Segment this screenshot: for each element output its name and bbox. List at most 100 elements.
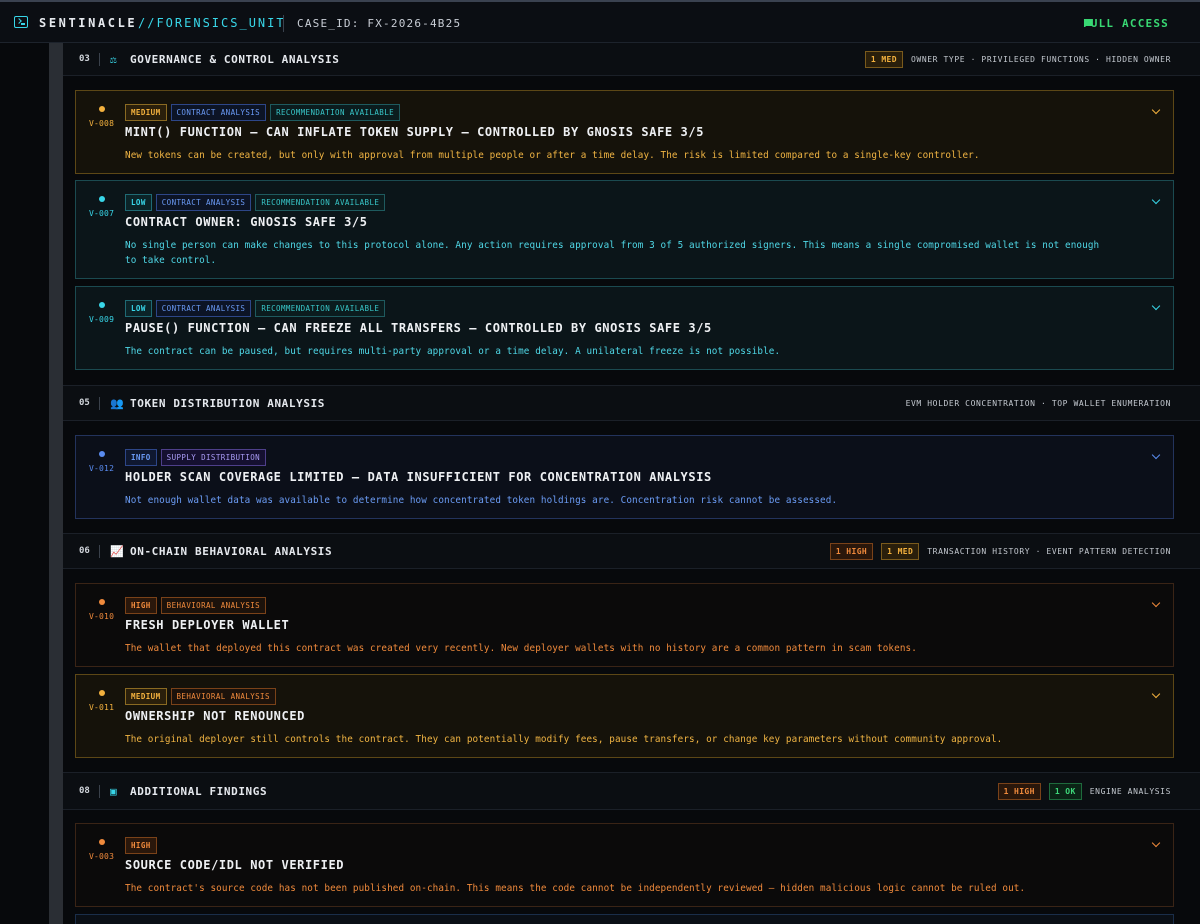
divider xyxy=(283,15,284,32)
section-summary: EVM HOLDER CONCENTRATION · TOP WALLET EN… xyxy=(906,399,1171,408)
divider xyxy=(99,784,100,798)
recommendation-tag[interactable]: RECOMMENDATION AVAILABLE xyxy=(255,194,386,211)
top-bar: SENTINACLE //FORENSICS_UNIT CASE_ID: FX-… xyxy=(0,0,1200,43)
finding-title: FRESH DEPLOYER WALLET xyxy=(125,618,290,632)
severity-tag: INFO xyxy=(125,449,157,466)
finding-card-next[interactable] xyxy=(75,914,1174,924)
section-meta: EVM HOLDER CONCENTRATION · TOP WALLET EN… xyxy=(905,398,1171,408)
section-summary: 1 MED OWNER TYPE · PRIVILEGED FUNCTIONS … xyxy=(864,50,1171,68)
finding-id: V-008 xyxy=(89,119,115,128)
section-header-governance[interactable]: 03 ⚖ GOVERNANCE & CONTROL ANALYSIS 1 MED… xyxy=(63,43,1200,76)
finding-title: PAUSE() FUNCTION — CAN FREEZE ALL TRANSF… xyxy=(125,321,712,335)
count-badge-ok: 1 OK xyxy=(1048,782,1082,800)
section-header-behavioral[interactable]: 06 📈 ON-CHAIN BEHAVIORAL ANALYSIS 1 HIGH… xyxy=(63,533,1200,569)
recommendation-tag[interactable]: RECOMMENDATION AVAILABLE xyxy=(270,104,401,121)
severity-tag: LOW xyxy=(125,194,152,211)
tag-row: HIGH xyxy=(125,837,157,854)
trend-icon: 📈 xyxy=(110,544,124,558)
finding-id: V-012 xyxy=(89,464,115,473)
tag-row: MEDIUM CONTRACT ANALYSIS RECOMMENDATION … xyxy=(125,104,401,121)
section-summary: 1 HIGH 1 OK ENGINE ANALYSIS xyxy=(997,782,1171,800)
left-gutter xyxy=(0,43,49,924)
severity-dot xyxy=(99,451,105,457)
divider xyxy=(99,52,100,66)
brand-subtitle: //FORENSICS_UNIT xyxy=(138,16,286,30)
finding-id: V-009 xyxy=(89,315,115,324)
finding-card-v003[interactable]: V-003 HIGH SOURCE CODE/IDL NOT VERIFIED … xyxy=(75,823,1174,907)
section-meta: TRANSACTION HISTORY · EVENT PATTERN DETE… xyxy=(927,546,1171,556)
divider xyxy=(99,544,100,558)
users-icon: 👥 xyxy=(110,396,124,410)
terminal-icon xyxy=(14,16,28,28)
chevron-down-icon[interactable] xyxy=(1151,195,1161,205)
severity-dot xyxy=(99,302,105,308)
severity-tag: HIGH xyxy=(125,837,157,854)
category-tag: CONTRACT ANALYSIS xyxy=(170,104,267,121)
finding-description: The contract's source code has not been … xyxy=(125,883,1026,894)
section-title: ON-CHAIN BEHAVIORAL ANALYSIS xyxy=(130,544,333,558)
finding-description: New tokens can be created, but only with… xyxy=(125,150,980,161)
section-number: 03 xyxy=(79,54,90,64)
finding-description: Not enough wallet data was available to … xyxy=(125,495,838,506)
finding-description: No single person can make changes to thi… xyxy=(125,240,1100,266)
category-tag: CONTRACT ANALYSIS xyxy=(155,300,252,317)
finding-title: HOLDER SCAN COVERAGE LIMITED — DATA INSU… xyxy=(125,470,712,484)
severity-tag: HIGH xyxy=(125,597,157,614)
finding-title: OWNERSHIP NOT RENOUNCED xyxy=(125,709,305,723)
severity-tag: LOW xyxy=(125,300,152,317)
finding-id: V-010 xyxy=(89,612,115,621)
tag-row: HIGH BEHAVIORAL ANALYSIS xyxy=(125,597,267,614)
category-tag: BEHAVIORAL ANALYSIS xyxy=(160,597,267,614)
category-tag: BEHAVIORAL ANALYSIS xyxy=(170,688,276,705)
finding-description: The original deployer still controls the… xyxy=(125,734,1003,745)
category-tag: SUPPLY DISTRIBUTION xyxy=(160,449,267,466)
severity-tag: MEDIUM xyxy=(125,688,167,705)
finding-description: The wallet that deployed this contract w… xyxy=(125,643,917,654)
finding-card-v011[interactable]: V-011 MEDIUM BEHAVIORAL ANALYSIS OWNERSH… xyxy=(75,674,1174,758)
section-number: 06 xyxy=(79,546,90,556)
tag-row: INFO SUPPLY DISTRIBUTION xyxy=(125,449,267,466)
cpu-icon: ▣ xyxy=(110,784,117,798)
finding-card-v008[interactable]: V-008 MEDIUM CONTRACT ANALYSIS RECOMMEND… xyxy=(75,90,1174,174)
section-meta: OWNER TYPE · PRIVILEGED FUNCTIONS · HIDD… xyxy=(911,54,1171,64)
divider xyxy=(99,396,100,410)
section-header-additional[interactable]: 08 ▣ ADDITIONAL FINDINGS 1 HIGH 1 OK ENG… xyxy=(63,772,1200,810)
chevron-down-icon[interactable] xyxy=(1151,301,1161,311)
finding-card-v007[interactable]: V-007 LOW CONTRACT ANALYSIS RECOMMENDATI… xyxy=(75,180,1174,279)
section-number: 08 xyxy=(79,786,90,796)
finding-title: SOURCE CODE/IDL NOT VERIFIED xyxy=(125,858,345,872)
tag-row: LOW CONTRACT ANALYSIS RECOMMENDATION AVA… xyxy=(125,194,386,211)
count-badge-high: 1 HIGH xyxy=(829,542,874,560)
section-header-token-distribution[interactable]: 05 👥 TOKEN DISTRIBUTION ANALYSIS EVM HOL… xyxy=(63,385,1200,421)
chevron-down-icon[interactable] xyxy=(1151,105,1161,115)
chevron-down-icon[interactable] xyxy=(1151,838,1161,848)
section-title: GOVERNANCE & CONTROL ANALYSIS xyxy=(130,52,340,66)
finding-id: V-011 xyxy=(89,703,115,712)
chevron-down-icon[interactable] xyxy=(1151,689,1161,699)
finding-id: V-003 xyxy=(89,852,115,861)
scroll-rail[interactable] xyxy=(49,43,63,924)
section-title: ADDITIONAL FINDINGS xyxy=(130,784,268,798)
access-badge[interactable]: FULL ACCESS xyxy=(1083,17,1169,30)
severity-dot xyxy=(99,106,105,112)
recommendation-tag[interactable]: RECOMMENDATION AVAILABLE xyxy=(255,300,386,317)
severity-tag: MEDIUM xyxy=(125,104,167,121)
finding-card-v009[interactable]: V-009 LOW CONTRACT ANALYSIS RECOMMENDATI… xyxy=(75,286,1174,370)
gavel-icon: ⚖ xyxy=(110,52,117,66)
finding-card-v012[interactable]: V-012 INFO SUPPLY DISTRIBUTION HOLDER SC… xyxy=(75,435,1174,519)
count-badge-med: 1 MED xyxy=(881,542,920,560)
count-badge-med: 1 MED xyxy=(864,50,903,68)
report-content: 03 ⚖ GOVERNANCE & CONTROL ANALYSIS 1 MED… xyxy=(63,43,1200,924)
chevron-down-icon[interactable] xyxy=(1151,450,1161,460)
finding-title: MINT() FUNCTION — CAN INFLATE TOKEN SUPP… xyxy=(125,125,705,139)
severity-dot xyxy=(99,599,105,605)
category-tag: CONTRACT ANALYSIS xyxy=(155,194,252,211)
severity-dot xyxy=(99,196,105,202)
finding-title: CONTRACT OWNER: GNOSIS SAFE 3/5 xyxy=(125,215,368,229)
chevron-down-icon[interactable] xyxy=(1151,598,1161,608)
finding-description: The contract can be paused, but requires… xyxy=(125,346,781,357)
section-number: 05 xyxy=(79,398,90,408)
finding-card-v010[interactable]: V-010 HIGH BEHAVIORAL ANALYSIS FRESH DEP… xyxy=(75,583,1174,667)
count-badge-high: 1 HIGH xyxy=(997,782,1041,800)
case-id: CASE_ID: FX-2026-4B25 xyxy=(297,17,462,30)
